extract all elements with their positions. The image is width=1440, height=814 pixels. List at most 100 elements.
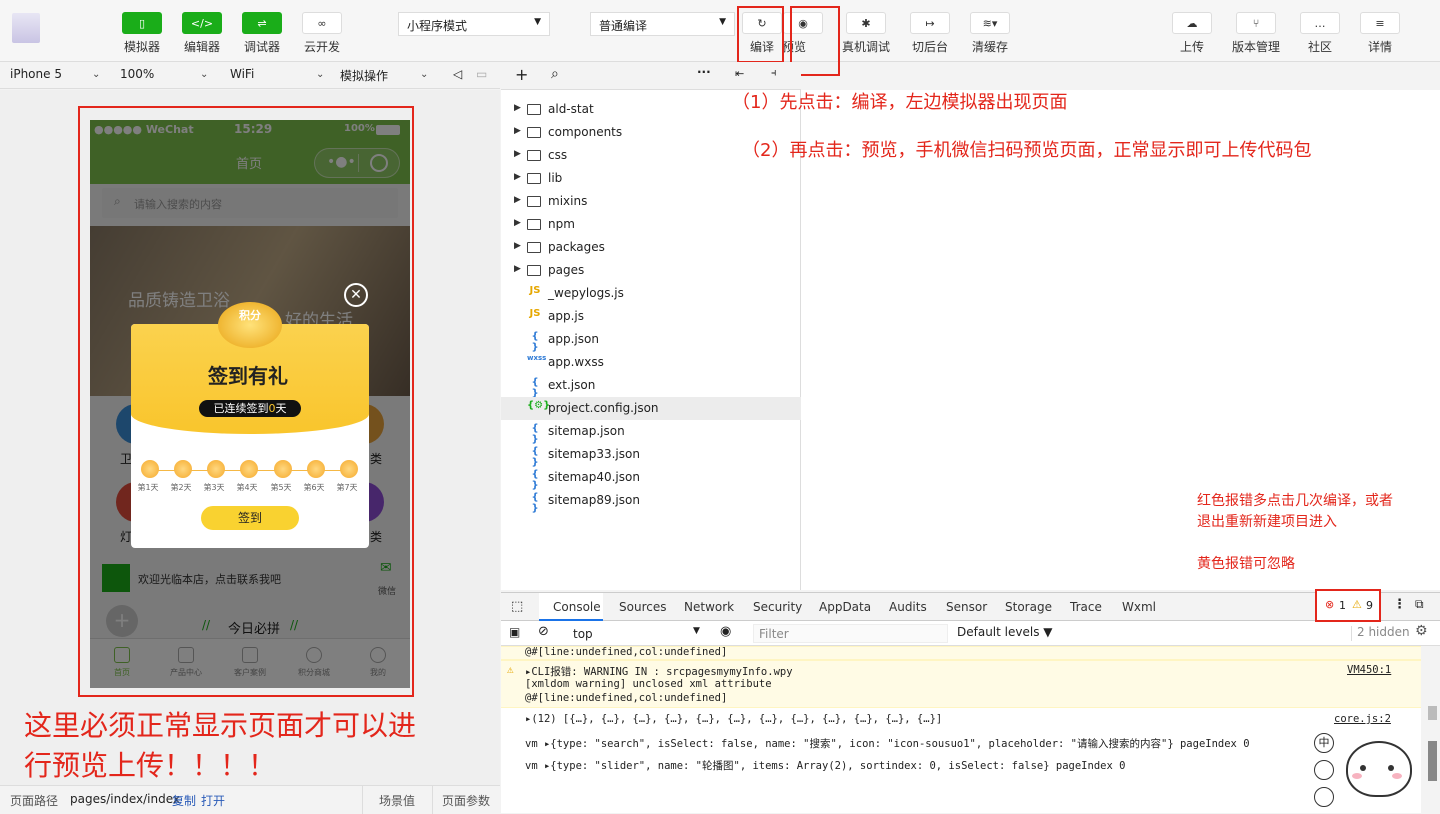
background-button[interactable]: ↦ 切后台: [901, 12, 959, 55]
folder-item[interactable]: ▶ lib: [501, 167, 801, 190]
file-item[interactable]: { } ext.json: [501, 374, 801, 399]
copy-path-link[interactable]: 复制: [172, 792, 196, 809]
folder-item[interactable]: ▶ mixins: [501, 190, 801, 213]
log-row[interactable]: vm ▸{type: "search", isSelect: false, na…: [525, 736, 1250, 751]
file-item[interactable]: { } sitemap89.json: [501, 489, 801, 514]
avatar[interactable]: [12, 13, 40, 43]
tab-network[interactable]: Network: [684, 600, 734, 614]
sidebar-toggle-icon[interactable]: ▣: [509, 625, 520, 639]
log-row[interactable]: ▸(12) [{…}, {…}, {…}, {…}, {…}, {…}, {…}…: [525, 713, 942, 725]
source-link[interactable]: core.js:2: [1334, 713, 1391, 725]
folder-item[interactable]: ▶ pages: [501, 259, 801, 282]
open-path-link[interactable]: 打开: [201, 792, 225, 809]
mute-icon[interactable]: ◁: [453, 67, 462, 81]
cloud-dev-button[interactable]: ∞ 云开发: [293, 12, 351, 55]
tab-wxml[interactable]: Wxml: [1122, 600, 1156, 614]
chevron-right-icon: ▶: [514, 218, 521, 228]
folder-icon: [527, 104, 541, 115]
file-item[interactable]: { } app.json: [501, 328, 801, 353]
device-select[interactable]: iPhone 5 ⌄: [10, 67, 106, 81]
add-file-icon[interactable]: +: [515, 65, 528, 84]
ime-chinese-icon[interactable]: 中: [1314, 733, 1334, 753]
debugger-button[interactable]: ⇌ 调试器: [233, 12, 291, 55]
json-file-icon: { }: [531, 469, 539, 491]
chevron-right-icon: ▶: [514, 264, 521, 274]
search-icon[interactable]: ⌕: [551, 66, 559, 82]
context-select[interactable]: top ▼: [567, 624, 707, 643]
tab-sensor[interactable]: Sensor: [946, 600, 987, 614]
folder-icon: [527, 196, 541, 207]
split-view-icon[interactable]: ⫞: [771, 66, 777, 80]
tab-audits[interactable]: Audits: [889, 600, 927, 614]
console-filter-bar: ▣ ⊘ top ▼ ◉ Filter Default levels ▼ 2 hi…: [501, 621, 1440, 646]
clear-console-icon[interactable]: ⊘: [538, 624, 549, 639]
chevron-right-icon: ▶: [514, 172, 521, 182]
sliders-icon: ⇌: [242, 12, 282, 34]
community-button[interactable]: … 社区: [1291, 12, 1349, 55]
page-params-button[interactable]: 页面参数: [442, 792, 490, 809]
network-select[interactable]: WiFi ⌄: [230, 67, 326, 81]
folder-item[interactable]: ▶ npm: [501, 213, 801, 236]
undock-icon[interactable]: ⧉: [1415, 597, 1424, 612]
gear-icon[interactable]: ⚙: [1415, 623, 1428, 639]
chevron-down-icon: ⌄: [316, 69, 325, 80]
tab-trace[interactable]: Trace: [1070, 600, 1102, 614]
json-file-icon: { }: [531, 423, 539, 445]
tab-sources[interactable]: Sources: [619, 600, 666, 614]
json-file-icon: { }: [531, 377, 539, 399]
folder-item[interactable]: ▶ packages: [501, 236, 801, 259]
tab-storage[interactable]: Storage: [1005, 600, 1052, 614]
collapse-icon[interactable]: ⇤: [735, 67, 744, 80]
version-button[interactable]: ⑂ 版本管理: [1227, 12, 1285, 55]
folder-icon: [527, 265, 541, 276]
editor-button[interactable]: </> 编辑器: [173, 12, 231, 55]
file-item[interactable]: { } sitemap.json: [501, 420, 801, 445]
console-filter-input[interactable]: Filter: [753, 624, 948, 643]
source-link[interactable]: VM450:1: [1347, 664, 1391, 676]
file-item[interactable]: { } sitemap40.json: [501, 466, 801, 491]
tab-console[interactable]: Console: [553, 600, 601, 614]
mode-select[interactable]: 小程序模式 ▼: [398, 12, 550, 36]
folder-icon: [527, 219, 541, 230]
file-item[interactable]: {⚙} project.config.json: [501, 397, 801, 420]
folder-icon: [527, 127, 541, 138]
devtools-tabs: ⬚ Console Sources Network Security AppData Au…: [501, 592, 1440, 621]
upload-button[interactable]: ☁ 上传: [1163, 12, 1221, 55]
json-file-icon: { }: [531, 492, 539, 514]
bug-icon: ✱: [846, 12, 886, 34]
log-levels-select[interactable]: Default levels ▼: [957, 625, 1053, 639]
eye-icon[interactable]: ◉: [720, 624, 731, 639]
ime-settings-icon[interactable]: [1314, 760, 1334, 780]
console-scrollbar[interactable]: [1425, 646, 1440, 813]
file-item[interactable]: JS _wepylogs.js: [501, 282, 801, 305]
simulator-button[interactable]: ▯ 模拟器: [113, 12, 171, 55]
switch-arrow-icon: ↦: [910, 12, 950, 34]
compile-mode-select[interactable]: 普通编译 ▼: [590, 12, 735, 36]
file-item[interactable]: { } sitemap33.json: [501, 443, 801, 468]
tab-appdata[interactable]: AppData: [819, 600, 871, 614]
ime-skin-icon[interactable]: [1314, 787, 1334, 807]
file-tree-toolbar: + ⌕ ··· ⇤ ⫞: [501, 62, 801, 90]
code-icon: </>: [182, 12, 222, 34]
branch-icon: ⑂: [1236, 12, 1276, 34]
operation-select[interactable]: 模拟操作 ⌄: [340, 67, 436, 84]
details-button[interactable]: ≡ 详情: [1351, 12, 1409, 55]
scene-value-button[interactable]: 场景值: [379, 792, 415, 809]
more-vertical-icon[interactable]: ⋮: [1393, 597, 1406, 612]
warning-row[interactable]: ▸CLI报错: WARNING IN : srcpagesmymyInfo.wp…: [525, 664, 793, 679]
chat-bubble-icon: …: [1300, 12, 1340, 34]
clear-cache-button[interactable]: ≋▾ 清缓存: [961, 12, 1019, 55]
error-count-box[interactable]: ⊗ 1 ⚠ 9: [1315, 589, 1381, 622]
file-item[interactable]: JS app.js: [501, 305, 801, 328]
more-icon[interactable]: ···: [697, 65, 711, 79]
tab-security[interactable]: Security: [753, 600, 802, 614]
file-item[interactable]: wxss app.wxss: [501, 351, 801, 374]
zoom-select[interactable]: 100% ⌄: [120, 67, 216, 81]
json-file-icon: { }: [531, 331, 539, 353]
inspect-icon[interactable]: ⬚: [511, 599, 523, 614]
popout-icon[interactable]: ▭: [476, 67, 487, 81]
chevron-down-icon: ⌄: [92, 69, 101, 80]
log-row[interactable]: vm ▸{type: "slider", name: "轮播图", items:…: [525, 758, 1125, 773]
phone-highlight-box: [78, 106, 414, 697]
remote-debug-button[interactable]: ✱ 真机调试: [837, 12, 895, 55]
